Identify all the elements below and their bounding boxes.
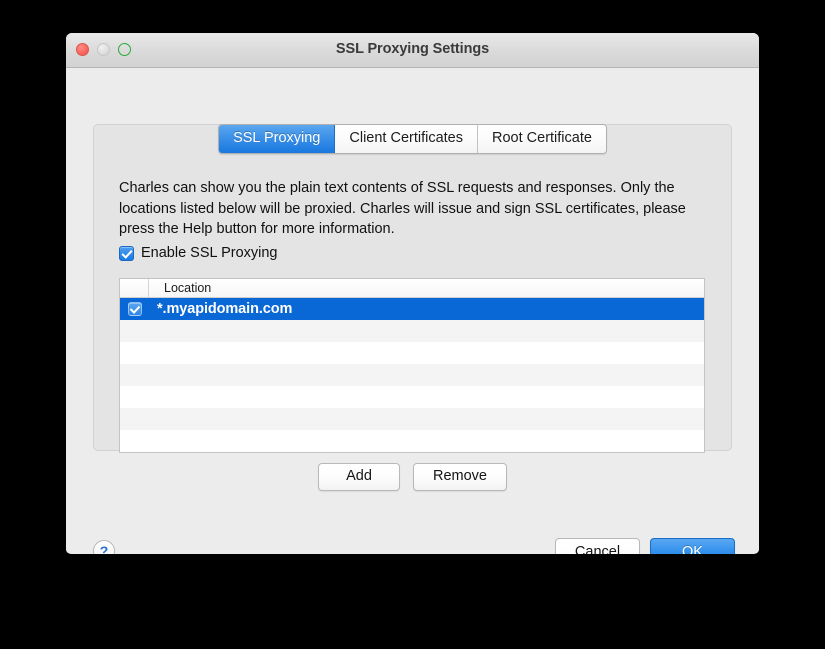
table-row-empty[interactable] (120, 430, 704, 452)
tab-ssl-proxying[interactable]: SSL Proxying (219, 125, 336, 153)
dialog-buttons: Cancel OK (555, 538, 735, 554)
locations-table-header: Location (120, 279, 704, 298)
table-row-empty[interactable] (120, 386, 704, 408)
column-header-enabled (120, 279, 149, 297)
enable-ssl-proxying-row[interactable]: Enable SSL Proxying (119, 245, 278, 261)
row-location-cell: *.myapidomain.com (157, 301, 293, 317)
tab-bar: SSL Proxying Client Certificates Root Ce… (66, 124, 759, 154)
table-row-empty[interactable] (120, 342, 704, 364)
table-row-empty[interactable] (120, 408, 704, 430)
list-action-buttons: Add Remove (66, 463, 759, 491)
row-enabled-checkbox[interactable] (127, 302, 142, 316)
help-button[interactable]: ? (93, 540, 115, 554)
table-row-empty[interactable] (120, 320, 704, 342)
tab-client-certificates[interactable]: Client Certificates (335, 125, 478, 153)
panel-description: Charles can show you the plain text cont… (119, 180, 686, 237)
window-body: SSL Proxying Client Certificates Root Ce… (66, 68, 759, 554)
enable-ssl-proxying-label: Enable SSL Proxying (141, 245, 278, 261)
row-enabled-cell[interactable] (120, 302, 149, 316)
remove-location-button[interactable]: Remove (413, 463, 507, 491)
cancel-button[interactable]: Cancel (555, 538, 640, 554)
window-title: SSL Proxying Settings (335, 41, 490, 57)
table-row[interactable]: *.myapidomain.com (120, 298, 704, 320)
column-header-location: Location (164, 281, 212, 295)
locations-table[interactable]: Location *.myapidomain.com (119, 278, 705, 453)
enable-ssl-proxying-checkbox[interactable] (119, 245, 134, 261)
ssl-proxying-settings-window: SSL Proxying Settings SSL Proxying Clien… (66, 33, 759, 554)
tab-root-certificate[interactable]: Root Certificate (478, 125, 606, 153)
table-row-empty[interactable] (120, 364, 704, 386)
ok-button[interactable]: OK (650, 538, 735, 554)
window-titlebar[interactable]: SSL Proxying Settings (66, 33, 759, 68)
add-location-button[interactable]: Add (318, 463, 400, 491)
